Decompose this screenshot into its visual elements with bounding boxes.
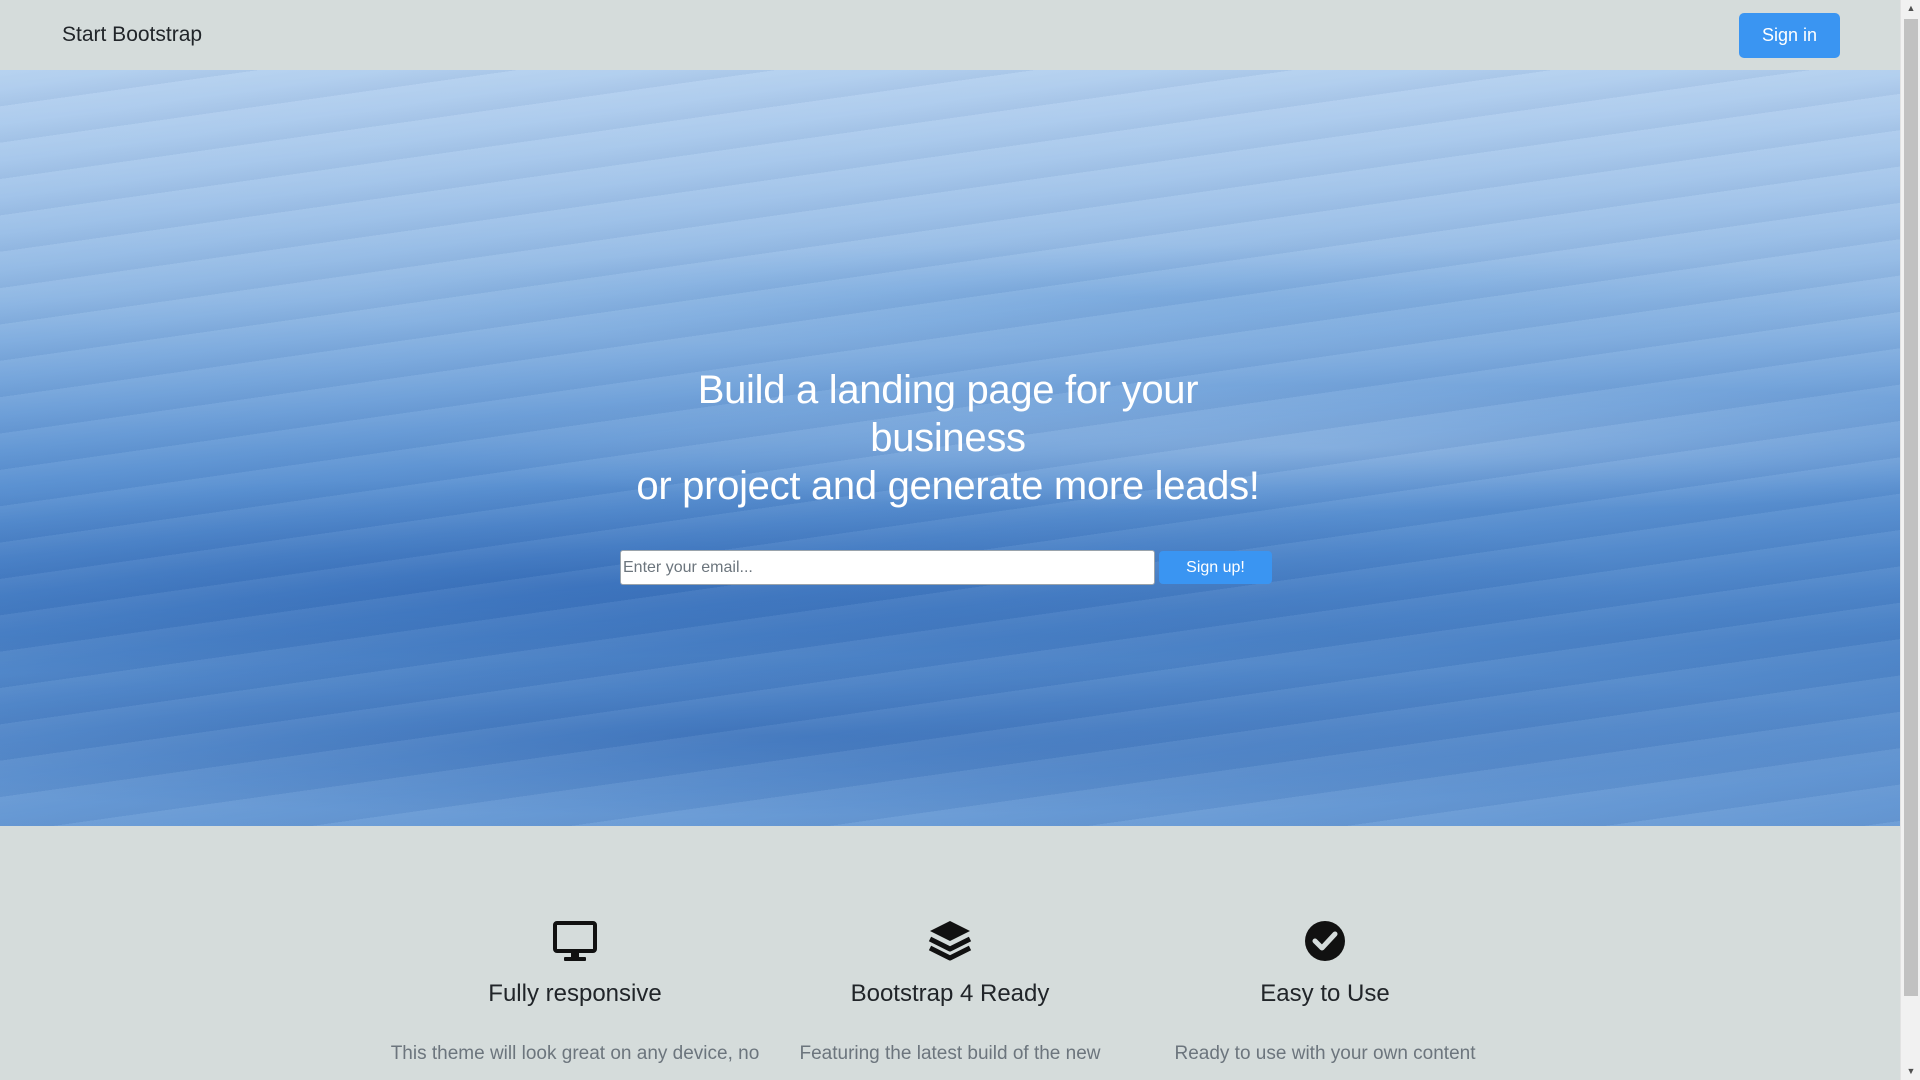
brand-link[interactable]: Start Bootstrap [62,23,202,47]
feature-fully-responsive: Fully responsive This theme will look gr… [385,918,765,1068]
feature-text: Featuring the latest build of the new [799,1043,1101,1064]
feature-text: Ready to use with your own content [1174,1043,1476,1064]
layers-icon [928,921,972,961]
feature-title: Easy to Use [1260,980,1390,1007]
check-circle-icon [1305,921,1345,961]
feature-title: Bootstrap 4 Ready [850,980,1050,1007]
hero-section: Build a landing page for your business o… [0,70,1900,826]
email-input[interactable] [620,550,1155,585]
feature-title: Fully responsive [488,980,662,1007]
feature-text: This theme will look great on any device… [390,1043,760,1064]
navbar: Start Bootstrap Sign in [0,0,1900,70]
feature-bootstrap-ready: Bootstrap 4 Ready Featuring the latest b… [760,918,1140,1068]
features-section: Fully responsive This theme will look gr… [0,826,1900,1080]
hero-content: Build a landing page for your business o… [620,366,1276,585]
scroll-up-arrow-icon[interactable]: ▲ [1901,0,1920,17]
desktop-icon [553,921,597,961]
hero-title-line-2: or project and generate more leads! [636,464,1260,508]
scroll-thumb[interactable] [1904,19,1918,996]
signup-form: Sign up! [620,550,1276,585]
hero-title-line-1: Build a landing page for your business [697,368,1199,460]
hero-title: Build a landing page for your business o… [620,366,1276,510]
vertical-scrollbar[interactable]: ▲ ▼ [1900,0,1920,1080]
sign-up-button[interactable]: Sign up! [1159,551,1272,584]
scroll-down-arrow-icon[interactable]: ▼ [1901,1063,1920,1080]
feature-easy-to-use: Easy to Use Ready to use with your own c… [1135,918,1515,1068]
sign-in-button[interactable]: Sign in [1739,12,1840,58]
